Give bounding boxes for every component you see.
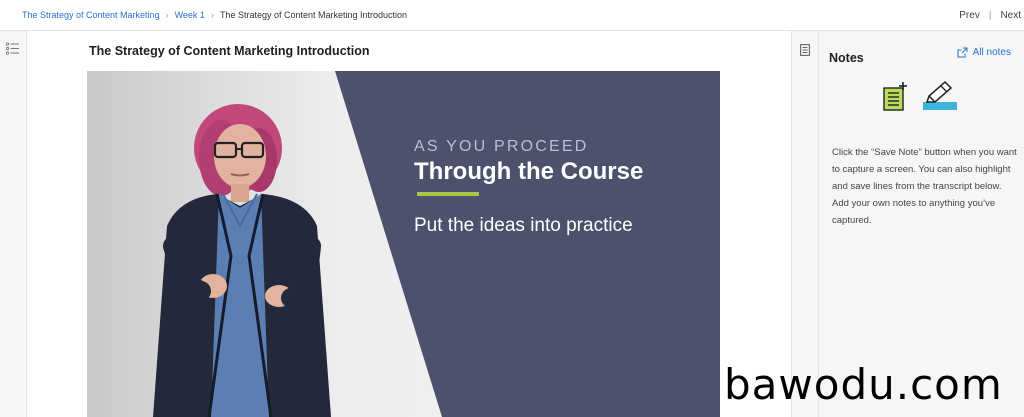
all-notes-link[interactable]: All notes xyxy=(957,47,1011,58)
prev-button[interactable]: Prev xyxy=(959,10,980,21)
slide-heading: Through the Course xyxy=(414,158,644,185)
breadcrumb-separator: › xyxy=(210,10,214,20)
notes-title: Notes xyxy=(829,51,864,65)
breadcrumb-separator: › xyxy=(165,10,169,20)
lesson-title: The Strategy of Content Marketing Introd… xyxy=(89,44,370,58)
breadcrumb-week-link[interactable]: Week 1 xyxy=(175,10,205,20)
slide-accent-rule xyxy=(417,192,479,196)
breadcrumb-current: The Strategy of Content Marketing Introd… xyxy=(219,10,408,20)
presenter-figure xyxy=(153,104,331,417)
top-bar: The Strategy of Content Marketing › Week… xyxy=(0,0,1024,31)
breadcrumb-course-link[interactable]: The Strategy of Content Marketing xyxy=(22,10,160,20)
external-link-icon xyxy=(957,47,968,58)
save-note-icon[interactable] xyxy=(881,82,907,117)
transcript-icon[interactable] xyxy=(800,43,810,61)
highlight-icon[interactable] xyxy=(921,80,959,117)
slide-subheading: Put the ideas into practice xyxy=(414,215,633,236)
slide-kicker: AS YOU PROCEED xyxy=(414,138,589,155)
video-player[interactable]: AS YOU PROCEED Through the Course Put th… xyxy=(87,71,720,417)
watermark: bawodu.com xyxy=(724,360,1003,409)
breadcrumb: The Strategy of Content Marketing › Week… xyxy=(22,10,407,20)
course-outline-rail xyxy=(0,31,27,417)
pager-divider: | xyxy=(988,10,992,21)
lesson-pager: Prev | Next xyxy=(959,10,1021,21)
outline-icon[interactable] xyxy=(5,42,20,60)
next-button[interactable]: Next xyxy=(1000,10,1021,21)
lesson-main: The Strategy of Content Marketing Introd… xyxy=(28,31,790,417)
all-notes-label: All notes xyxy=(972,47,1011,58)
notes-actions xyxy=(881,80,959,117)
notes-help-text: Click the “Save Note” button when you wa… xyxy=(832,147,1017,226)
